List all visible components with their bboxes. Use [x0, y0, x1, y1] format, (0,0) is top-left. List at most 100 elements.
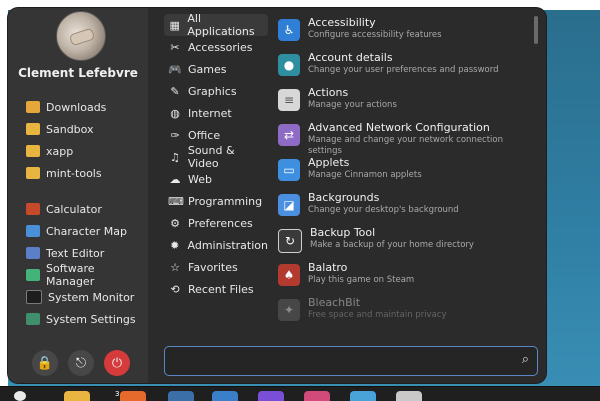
app-bleachbit[interactable]: ✦ BleachBit Free space and maintain priva…	[278, 296, 528, 331]
desktop-edge-left	[0, 0, 8, 400]
category-accessories[interactable]: ✂ Accessories	[164, 36, 268, 58]
administration-icon: ✹	[170, 238, 180, 252]
application-menu: Clement Lefebvre Downloads Sandbox xapp …	[8, 8, 546, 383]
app-description: Configure accessibility features	[308, 30, 442, 40]
programming-icon: ⌨	[168, 194, 184, 208]
games-icon: 🎮	[168, 62, 182, 76]
folder-icon	[26, 123, 40, 135]
preferences-icon: ⚙	[170, 216, 180, 230]
bleachbit-icon: ✦	[278, 299, 300, 321]
category-label: Web	[188, 172, 212, 186]
place-label: Sandbox	[46, 122, 94, 136]
app-description: Manage and change your network connectio…	[308, 135, 504, 156]
category-preferences[interactable]: ⚙ Preferences	[164, 212, 268, 234]
favorite-text-editor[interactable]: Text Editor	[26, 242, 146, 264]
recent-files-icon: ⟲	[170, 282, 180, 296]
app-applets[interactable]: ▭ Applets Manage Cinnamon applets	[278, 156, 528, 191]
calculator-icon	[26, 203, 40, 215]
place-mint-tools[interactable]: mint-tools	[26, 162, 146, 184]
favorite-system-monitor[interactable]: System Monitor	[26, 286, 146, 308]
favorite-character-map[interactable]: Character Map	[26, 220, 146, 242]
search-input[interactable]	[171, 351, 505, 371]
menu-sidebar: Clement Lefebvre Downloads Sandbox xapp …	[8, 8, 148, 383]
accessibility-icon: ♿	[278, 19, 300, 41]
category-label: Favorites	[188, 260, 238, 274]
user-avatar[interactable]	[56, 11, 106, 61]
app-balatro[interactable]: ♠ Balatro Play this game on Steam	[278, 261, 528, 296]
favorite-label: Software Manager	[46, 262, 95, 288]
taskbar-badge: 3	[115, 390, 120, 398]
office-icon: ✑	[170, 128, 180, 142]
app-name: Balatro	[308, 261, 348, 274]
search-icon[interactable]: ⌕	[522, 352, 529, 367]
category-programming[interactable]: ⌨ Programming	[164, 190, 268, 212]
category-favorites[interactable]: ☆ Favorites	[164, 256, 268, 278]
favorite-software-manager[interactable]: Software Manager	[26, 262, 146, 288]
taskbar	[0, 386, 600, 401]
category-internet[interactable]: ◍ Internet	[164, 102, 268, 124]
place-xapp[interactable]: xapp	[26, 140, 146, 162]
system-settings-icon	[26, 313, 40, 325]
place-sandbox[interactable]: Sandbox	[26, 118, 146, 140]
category-graphics[interactable]: ✎ Graphics	[164, 80, 268, 102]
favorite-label: Text Editor	[46, 246, 105, 260]
app-name: Account details	[308, 51, 393, 64]
app-actions[interactable]: ≡ Actions Manage your actions	[278, 86, 528, 121]
app-name: Backgrounds	[308, 191, 380, 204]
web-icon: ☁	[169, 172, 181, 186]
category-recent-files[interactable]: ⟲ Recent Files	[164, 278, 268, 300]
category-administration[interactable]: ✹ Administration	[164, 234, 268, 256]
app-description: Manage Cinnamon applets	[308, 170, 422, 180]
category-label: Graphics	[188, 84, 237, 98]
accessories-icon: ✂	[170, 40, 180, 54]
app-account-details[interactable]: ● Account details Change your user prefer…	[278, 51, 528, 86]
app-backup-tool[interactable]: ↻ Backup Tool Make a backup of your home …	[278, 226, 528, 261]
category-web[interactable]: ☁ Web	[164, 168, 268, 190]
favorite-label: Character Map	[46, 224, 128, 238]
favorite-label: System Settings	[46, 312, 136, 326]
category-label: Preferences	[188, 216, 253, 230]
logout-icon: ⎋	[75, 355, 87, 371]
category-all-applications[interactable]: ▦ All Applications	[164, 12, 268, 38]
internet-icon: ◍	[170, 106, 180, 120]
lock-button[interactable]: 🔒	[32, 350, 58, 376]
app-description: Play this game on Steam	[308, 275, 415, 285]
favorite-label: System Monitor	[48, 290, 135, 304]
app-description: Change your desktop's background	[308, 205, 459, 215]
app-name: BleachBit	[308, 296, 361, 309]
sound-video-icon: ♫	[169, 150, 180, 164]
place-label: Downloads	[46, 100, 107, 114]
folder-icon	[26, 167, 40, 179]
category-label: All Applications	[187, 12, 255, 38]
backup-icon: ↻	[278, 229, 302, 253]
account-icon: ●	[278, 54, 300, 76]
software-manager-icon	[26, 269, 40, 281]
app-name: Advanced Network Configuration	[308, 121, 490, 134]
category-sound-video[interactable]: ♫ Sound & Video	[164, 144, 268, 170]
app-description: Make a backup of your home directory	[310, 240, 474, 250]
category-office[interactable]: ✑ Office	[164, 124, 268, 146]
power-icon: ⏻	[111, 355, 123, 371]
category-label: Programming	[188, 194, 263, 208]
category-games[interactable]: 🎮 Games	[164, 58, 268, 80]
app-advanced-network-configuration[interactable]: ⇄ Advanced Network Configuration Manage a…	[278, 121, 528, 156]
favorite-system-settings[interactable]: System Settings	[26, 308, 146, 330]
app-accessibility[interactable]: ♿ Accessibility Configure accessibility f…	[278, 16, 528, 51]
place-downloads[interactable]: Downloads	[26, 96, 146, 118]
applets-icon: ▭	[278, 159, 300, 181]
app-description: Free space and maintain privacy	[308, 310, 447, 320]
folder-icon	[26, 145, 40, 157]
favorite-calculator[interactable]: Calculator	[26, 198, 146, 220]
lock-icon: 🔒	[36, 355, 54, 371]
app-description: Change your user preferences and passwor…	[308, 65, 499, 75]
graphics-icon: ✎	[170, 84, 180, 98]
logout-button[interactable]: ⎋	[68, 350, 94, 376]
balatro-icon: ♠	[278, 264, 300, 286]
backgrounds-icon: ◪	[278, 194, 300, 216]
category-label: Accessories	[188, 40, 253, 54]
sidebar-separator	[26, 184, 146, 198]
app-backgrounds[interactable]: ◪ Backgrounds Change your desktop's backg…	[278, 191, 528, 226]
search-box: ⌕	[164, 346, 538, 376]
app-list-scrollbar[interactable]	[534, 16, 538, 44]
power-button[interactable]: ⏻	[104, 350, 130, 376]
